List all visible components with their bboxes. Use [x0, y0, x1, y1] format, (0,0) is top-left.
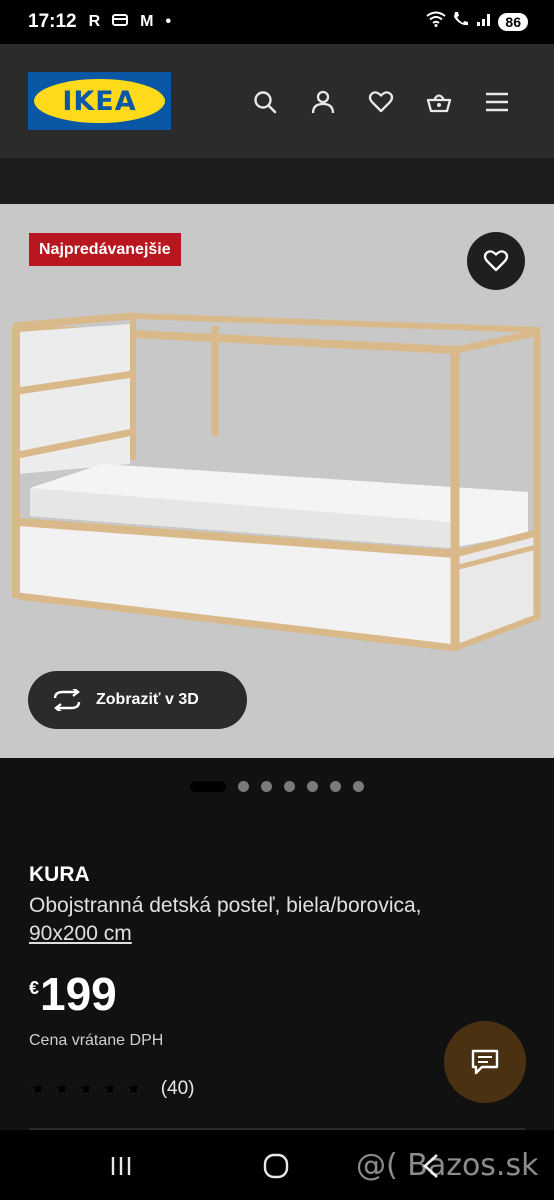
carousel-dot[interactable] [353, 780, 364, 792]
site-header: IKEA [0, 44, 554, 158]
view-3d-button[interactable]: Zobraziť v 3D [28, 671, 247, 729]
logo-ellipse: IKEA [34, 79, 165, 123]
sub-bar [0, 158, 554, 204]
home-icon [263, 1153, 289, 1179]
star-icon: ★ [52, 1078, 71, 1101]
favorite-button[interactable] [467, 232, 525, 290]
product-description: Obojstranná detská posteľ, biela/borovic… [29, 894, 422, 917]
carousel-dot-active[interactable] [190, 780, 226, 792]
wifi-icon [426, 11, 447, 33]
wallet-icon [112, 13, 129, 32]
home-button[interactable] [256, 1150, 296, 1182]
star-icon: ★ [124, 1078, 143, 1101]
chat-button[interactable] [444, 1021, 526, 1103]
view-3d-label: Zobraziť v 3D [96, 691, 199, 708]
rating-count: (40) [160, 1077, 195, 1099]
product-price: € 199 [29, 966, 117, 1022]
ikea-logo[interactable]: IKEA [28, 72, 171, 130]
watermark-text: @( Bazos.sk [356, 1148, 539, 1183]
user-icon[interactable] [309, 88, 337, 116]
product-rating[interactable]: ★ ★ ★ ★ ★ (40) [29, 1076, 195, 1101]
price-note: Cena vrátane DPH [29, 1032, 164, 1049]
carousel-dot[interactable] [238, 780, 249, 792]
bestseller-badge: Najpredávanejšie [29, 233, 181, 266]
status-time: 17:12 [28, 11, 77, 32]
carousel-dot[interactable] [307, 780, 318, 792]
product-size-link[interactable]: 90x200 cm [29, 920, 132, 948]
recents-button[interactable] [101, 1150, 141, 1182]
carousel-dots [0, 780, 554, 792]
rotate-3d-icon [53, 689, 81, 711]
product-name: KURA [29, 863, 90, 886]
menu-icon[interactable] [483, 88, 511, 116]
r-icon: R [88, 13, 101, 30]
search-icon[interactable] [251, 88, 279, 116]
battery-indicator: 86 [498, 13, 528, 31]
status-right: 86 [426, 11, 528, 33]
chat-icon [471, 1049, 499, 1075]
star-icon: ★ [29, 1078, 47, 1101]
star-icon: ★ [100, 1078, 119, 1101]
basket-icon[interactable] [425, 88, 453, 116]
price-value: 199 [40, 968, 117, 1020]
star-icon: ★ [76, 1078, 95, 1101]
call-icon [452, 11, 470, 33]
status-left: 17:12 R M • [28, 11, 171, 33]
gmail-icon: M [140, 13, 154, 30]
carousel-dot[interactable] [284, 780, 295, 792]
app-screen: 17:12 R M • 86 IKEA Najpredávanejšie Zob… [0, 0, 554, 1200]
status-bar: 17:12 R M • 86 [0, 0, 554, 44]
heart-outline-icon [483, 250, 509, 272]
price-currency: € [29, 978, 40, 998]
notification-dot-icon: • [165, 13, 172, 30]
signal-icon [476, 11, 492, 33]
logo-text: IKEA [62, 85, 137, 117]
heart-icon[interactable] [367, 88, 395, 116]
product-gallery[interactable]: Najpredávanejšie Zobraziť v 3D [0, 204, 554, 758]
carousel-dot[interactable] [330, 780, 341, 792]
carousel-dot[interactable] [261, 780, 272, 792]
recents-icon [111, 1157, 131, 1175]
